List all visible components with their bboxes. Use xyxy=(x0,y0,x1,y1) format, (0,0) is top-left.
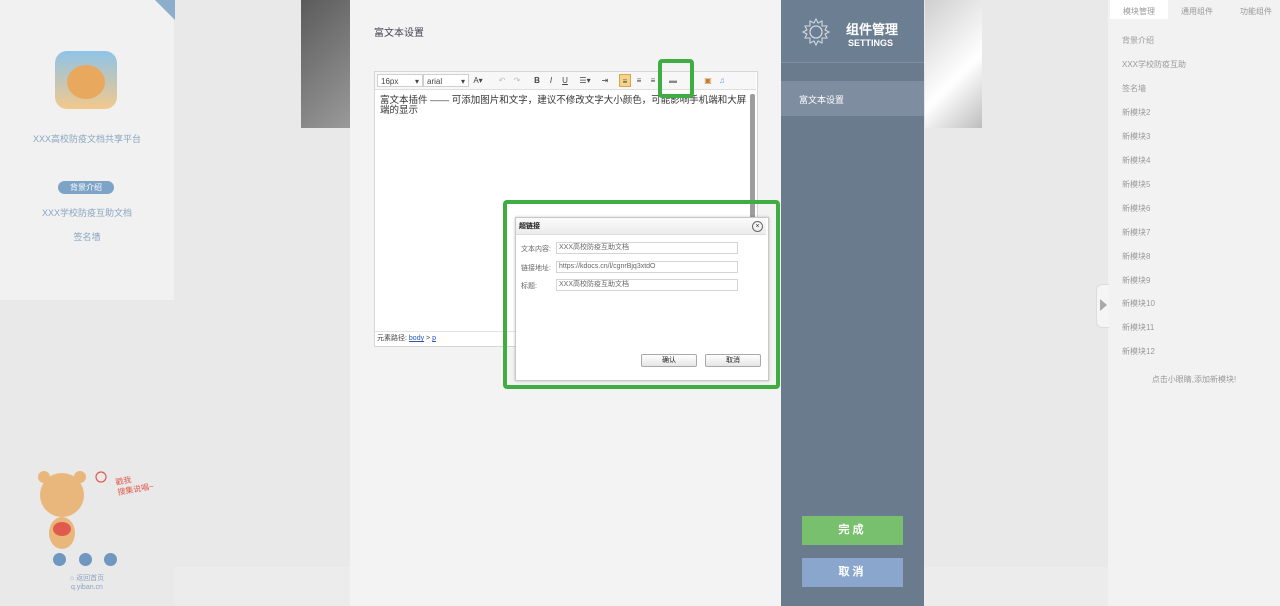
site-url: q.yiban.cn xyxy=(71,584,103,591)
tab-module-manage[interactable]: 模块管理 xyxy=(1123,6,1155,17)
font-family-value: arial xyxy=(427,77,443,86)
nav-item-background[interactable]: 背景介绍 xyxy=(58,181,114,194)
link-button-highlight xyxy=(658,59,694,98)
path-label: 元素路径: xyxy=(377,335,407,342)
module-item[interactable]: 新模块3 xyxy=(1122,131,1150,142)
banner-image-right xyxy=(925,0,982,128)
font-size-select[interactable]: 16px ▾ xyxy=(377,74,423,87)
dialog-highlight xyxy=(503,200,780,389)
app-logo xyxy=(55,51,117,109)
line-height-icon[interactable]: ☰▾ xyxy=(579,74,591,87)
tab-function-components[interactable]: 功能组件 xyxy=(1240,6,1272,17)
align-left-icon[interactable]: ≡ xyxy=(619,74,631,87)
indent-icon[interactable]: ⇥ xyxy=(599,74,611,87)
back-home-label: 返回首页 xyxy=(76,575,105,582)
wechat-icon[interactable] xyxy=(79,553,92,566)
bear-mascot-image: 戳我 搜集说唱~ xyxy=(38,471,155,549)
module-item[interactable]: 新模块11 xyxy=(1122,322,1154,333)
weibo-icon[interactable] xyxy=(104,553,117,566)
module-item[interactable]: 签名墙 xyxy=(1122,83,1146,94)
share-icon-1[interactable] xyxy=(53,553,66,566)
settings-title: 组件管理 xyxy=(846,22,899,37)
module-item[interactable]: 新模块5 xyxy=(1122,179,1150,190)
editor-content[interactable]: 富文本插件 —— 可添加图片和文字，建议不修改文字大小颜色，可能影响手机端和大屏… xyxy=(380,96,752,116)
nav-item-signature-wall[interactable]: 签名墙 xyxy=(0,230,174,243)
cancel-button[interactable]: 取消 xyxy=(802,558,903,587)
font-family-select[interactable]: arial ▾ xyxy=(423,74,469,87)
add-module-hint: 点击小眼睛,添加新模块! xyxy=(1151,375,1237,384)
dropdown-arrow-icon: ▾ xyxy=(460,77,465,86)
path-p-link[interactable]: p xyxy=(432,335,436,342)
module-item[interactable]: 新模块9 xyxy=(1122,275,1150,286)
section-title: 富文本设置 xyxy=(374,28,424,39)
done-button[interactable]: 完成 xyxy=(802,516,903,545)
module-item[interactable]: 新模块7 xyxy=(1122,227,1150,238)
gear-icon xyxy=(801,17,831,47)
module-item[interactable]: 新模块2 xyxy=(1122,107,1150,118)
sidebar-toggle-handle[interactable] xyxy=(1096,284,1109,328)
align-center-icon[interactable]: ≡ xyxy=(633,74,645,87)
tab-common-components[interactable]: 通用组件 xyxy=(1181,6,1213,17)
underline-icon[interactable]: U xyxy=(559,74,571,87)
settings-item-label: 富文本设置 xyxy=(799,95,845,105)
editor-toolbar: 16px ▾ arial ▾ A▾ ↶ ↷ B I U ☰▾ ⇥ ≡ ≡ ≡ ▬ ▣… xyxy=(375,72,756,90)
banner-image-left xyxy=(301,0,350,128)
bold-icon[interactable]: B xyxy=(531,74,543,87)
left-sidebar xyxy=(0,0,174,300)
back-home-link[interactable]: ⌂ 返回首页 xyxy=(0,573,174,583)
font-color-icon[interactable]: A▾ xyxy=(472,74,484,87)
settings-subtitle: SETTINGS xyxy=(848,38,894,48)
dropdown-arrow-icon: ▾ xyxy=(414,77,419,86)
redo-icon[interactable]: ↷ xyxy=(511,74,523,87)
module-item[interactable]: 新模块6 xyxy=(1122,203,1150,214)
module-item[interactable]: 新模块4 xyxy=(1122,155,1150,166)
module-item[interactable]: 新模块12 xyxy=(1122,346,1155,357)
italic-icon[interactable]: I xyxy=(545,74,557,87)
platform-title: XXX高校防疫文档共享平台 xyxy=(32,134,141,144)
module-item[interactable]: XXX学校防疫互助 xyxy=(1122,59,1186,70)
module-item[interactable]: 新模块10 xyxy=(1122,298,1155,309)
chevron-right-icon xyxy=(1100,299,1107,311)
module-item[interactable]: 背景介绍 xyxy=(1122,35,1154,46)
undo-icon[interactable]: ↶ xyxy=(496,74,508,87)
music-icon[interactable]: ♫ xyxy=(716,74,728,87)
font-size-value: 16px xyxy=(381,77,399,86)
path-body-link[interactable]: body xyxy=(409,335,424,342)
image-icon[interactable]: ▣ xyxy=(702,74,714,87)
nav-item-docs[interactable]: XXX学校防疫互助文档 xyxy=(0,206,174,219)
path-separator: > xyxy=(424,335,433,342)
module-item[interactable]: 新模块8 xyxy=(1122,251,1150,262)
